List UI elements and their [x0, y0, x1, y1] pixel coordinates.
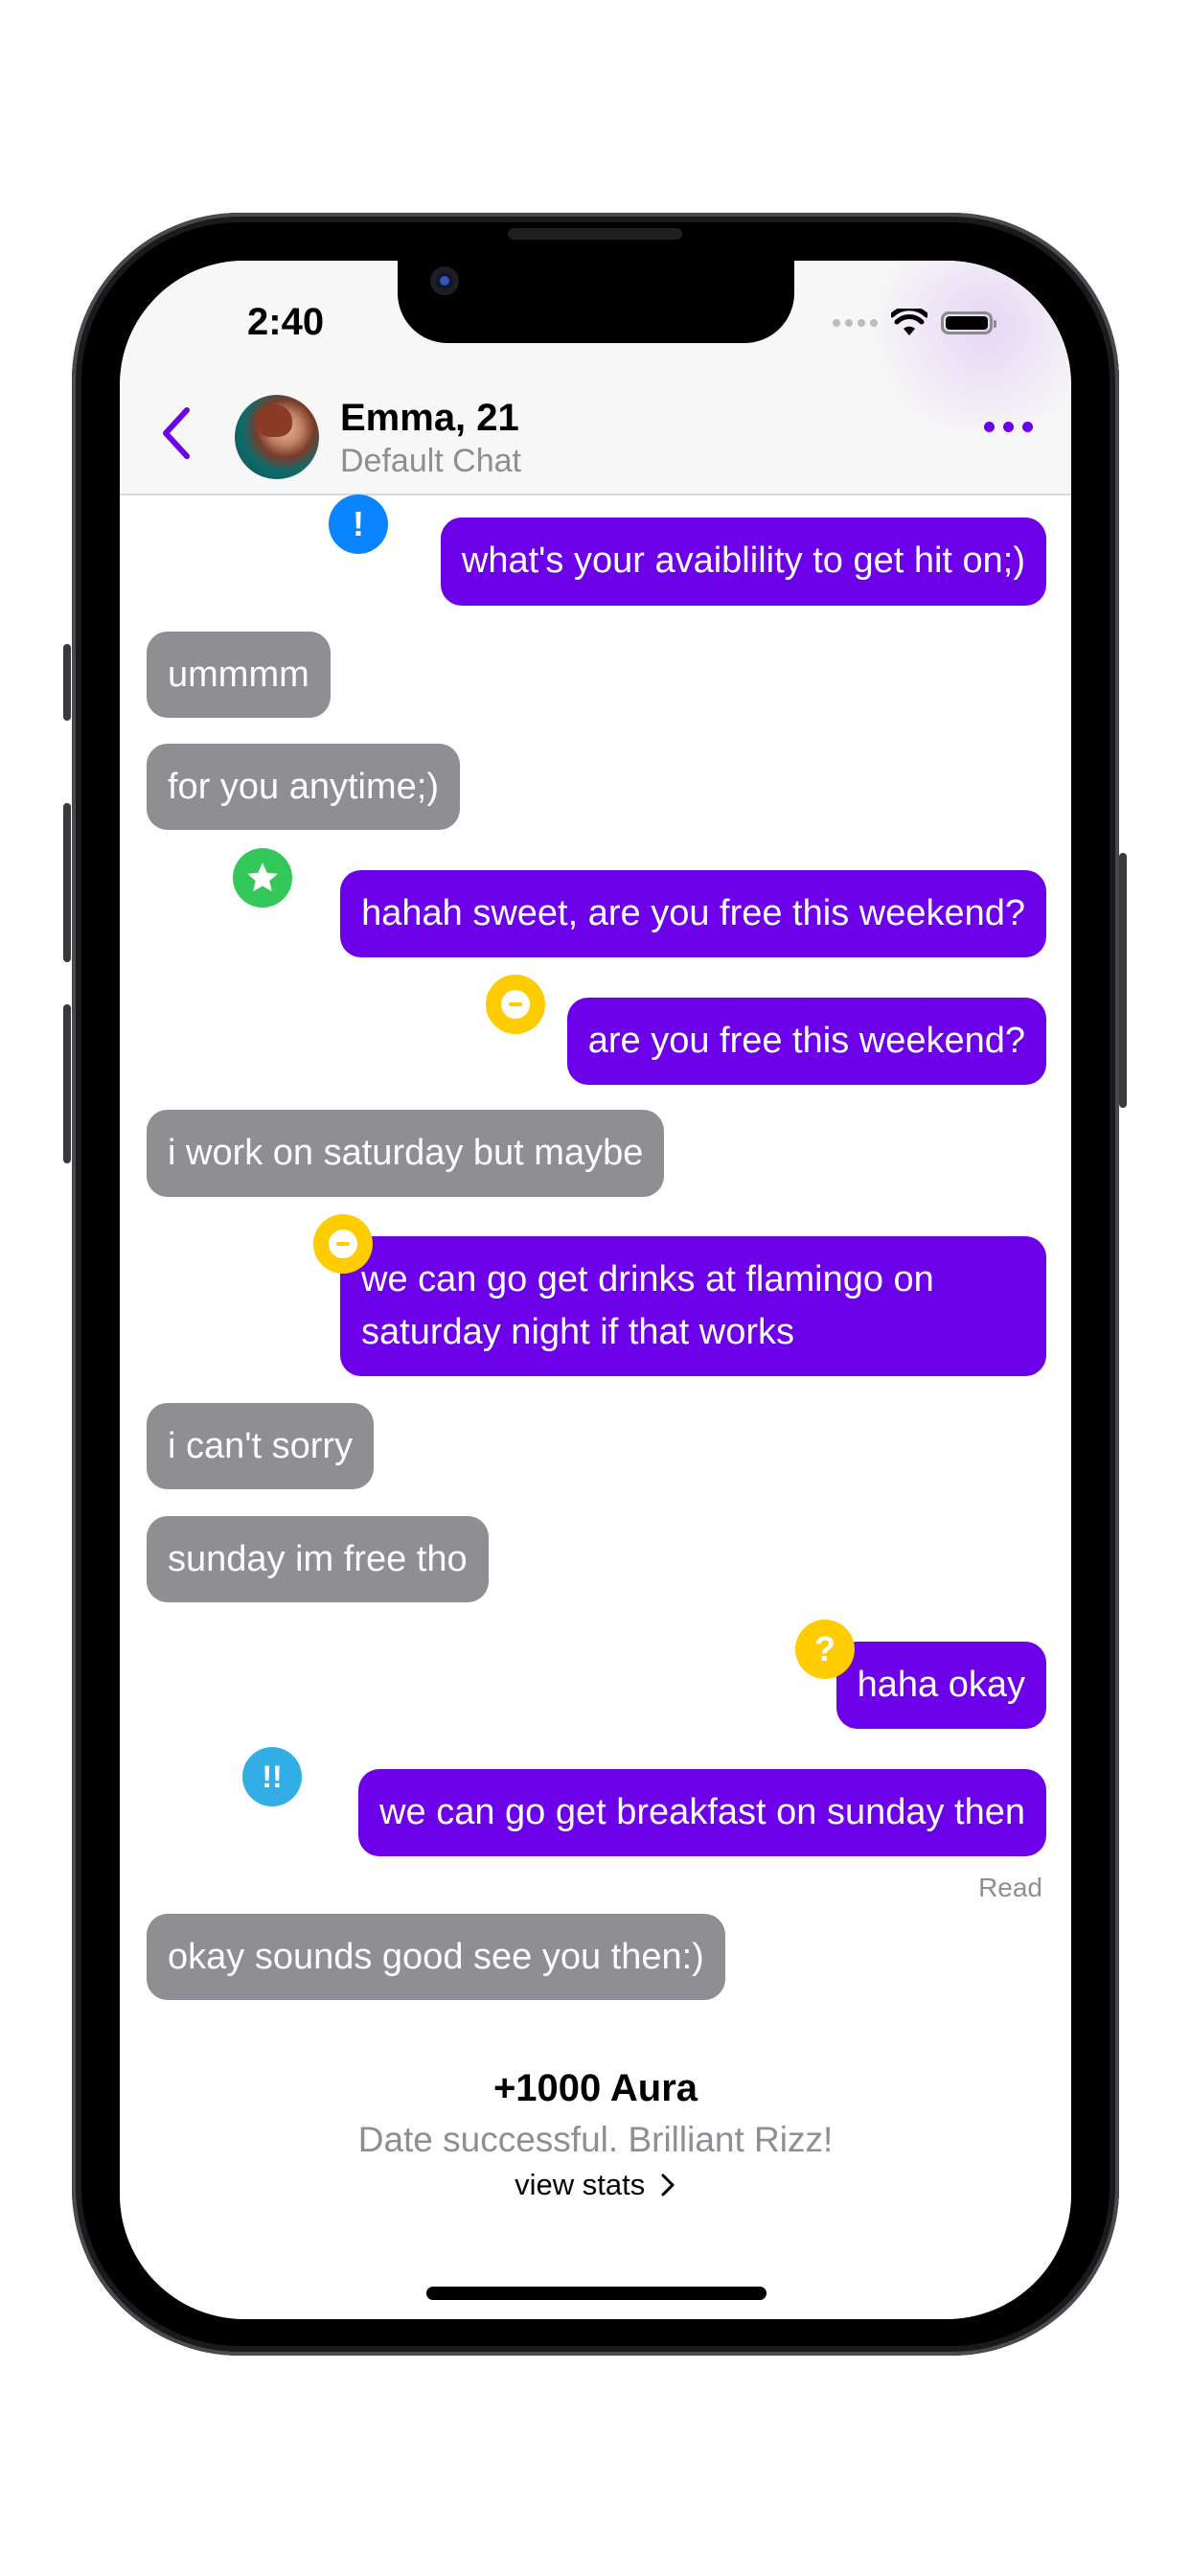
chevron-right-icon	[661, 2174, 675, 2196]
aura-score: +1000 Aura	[492, 2067, 698, 2109]
home-indicator[interactable]	[426, 2287, 767, 2300]
message-bubble-incoming[interactable]: ummmm	[147, 632, 331, 718]
star-badge-icon	[233, 848, 292, 908]
chat-mode-label: Default Chat	[340, 443, 521, 479]
inaccuracy-badge-icon	[486, 975, 545, 1034]
ellipsis-dot	[1022, 422, 1033, 432]
front-camera	[430, 266, 459, 295]
back-button[interactable]	[156, 404, 198, 462]
chevron-left-icon	[163, 407, 190, 459]
message-bubble-incoming[interactable]: sunday im free tho	[147, 1516, 489, 1602]
header-glow	[860, 261, 1071, 433]
message-bubble-outgoing[interactable]: hahah sweet, are you free this weekend?	[340, 870, 1046, 957]
question-badge-icon: ?	[795, 1620, 855, 1679]
message-bubble-outgoing[interactable]: are you free this weekend?	[566, 998, 1046, 1085]
signal-icon	[833, 319, 878, 327]
volume-up-button	[63, 803, 71, 962]
screen: 2:40 Emma, 21 Default Chat what's your a…	[120, 261, 1071, 2319]
message-bubble-outgoing[interactable]: what's your avaiblility to get hit on;)	[440, 518, 1046, 606]
action-button	[63, 644, 71, 721]
message-bubble-incoming[interactable]: i work on saturday but maybe	[147, 1110, 665, 1197]
contact-avatar[interactable]	[235, 395, 319, 479]
mistake-badge-icon: !	[329, 494, 388, 554]
inaccuracy-badge-icon	[313, 1214, 373, 1274]
message-line: saturday night if that works	[361, 1312, 794, 1352]
earpiece-speaker	[508, 228, 682, 240]
status-icons	[833, 309, 996, 337]
battery-icon	[941, 311, 996, 334]
status-time: 2:40	[247, 301, 325, 343]
message-bubble-incoming[interactable]: i can't sorry	[147, 1403, 375, 1489]
brilliant-badge-icon: !!	[242, 1747, 302, 1806]
wifi-icon	[891, 309, 927, 335]
contact-name[interactable]: Emma, 21	[340, 397, 519, 440]
power-button	[1119, 853, 1127, 1108]
view-stats-link[interactable]: view stats	[120, 2168, 1071, 2202]
message-bubble-outgoing[interactable]: haha okay	[835, 1642, 1046, 1729]
view-stats-label: view stats	[515, 2168, 646, 2201]
star-icon	[247, 862, 278, 892]
minus-icon	[501, 990, 530, 1019]
volume-down-button	[63, 1004, 71, 1163]
message-bubble-outgoing[interactable]: we can go get drinks at flamingo on satu…	[340, 1236, 1046, 1376]
ellipsis-dot	[1003, 422, 1014, 432]
message-line: we can go get drinks at flamingo on	[361, 1259, 934, 1300]
ellipsis-icon	[984, 422, 995, 432]
more-options-button[interactable]	[984, 422, 1033, 432]
minus-icon	[329, 1230, 357, 1258]
message-bubble-outgoing[interactable]: we can go get breakfast on sunday then	[358, 1769, 1046, 1856]
read-receipt: Read	[978, 1873, 1042, 1902]
message-bubble-incoming[interactable]: okay sounds good see you then:)	[147, 1914, 725, 2000]
result-message: Date successful. Brilliant Rizz!	[357, 2120, 834, 2159]
message-bubble-incoming[interactable]: for you anytime;)	[147, 744, 460, 830]
